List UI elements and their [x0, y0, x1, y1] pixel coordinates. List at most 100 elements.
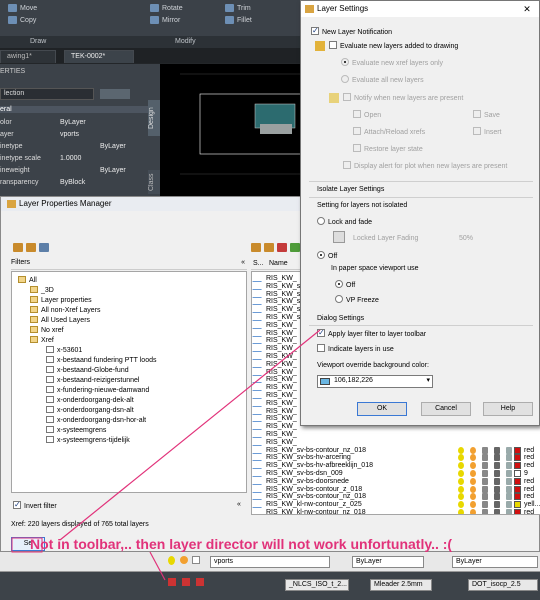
design-tab[interactable]: Design — [148, 100, 160, 136]
open-check[interactable] — [353, 110, 361, 118]
new-vp-frozen-layer-icon[interactable] — [264, 243, 274, 252]
display-alert-checkbox[interactable]: Display alert for plot when new layers a… — [343, 161, 507, 171]
insert-check[interactable] — [473, 127, 481, 135]
plot-icon[interactable] — [494, 509, 500, 514]
new-layer-notification-checkbox[interactable]: New Layer Notification — [311, 26, 392, 37]
dim-style-combo[interactable]: DOT_isocp_2.5 — [468, 579, 538, 591]
linetype-combo[interactable]: ByLayer — [452, 556, 538, 568]
chevron-down-icon[interactable]: ▾ — [426, 376, 430, 384]
filter-tree-item[interactable]: All — [18, 276, 37, 285]
ribbon-button-trim[interactable]: Trim — [225, 4, 251, 14]
col-name[interactable]: Name — [269, 260, 288, 267]
table-style-icon[interactable] — [196, 578, 204, 586]
on-bulb-icon[interactable] — [458, 509, 464, 514]
filter-tree-item[interactable]: No xref — [30, 326, 64, 335]
drawing-canvas[interactable] — [160, 64, 310, 196]
text-style-icon[interactable] — [168, 578, 176, 586]
indicate-in-use-checkbox[interactable]: Indicate layers in use — [317, 344, 394, 354]
apply-filter-checkbox[interactable]: Apply layer filter to layer toolbar — [317, 328, 426, 339]
freeze-sun-icon[interactable] — [470, 509, 476, 514]
dim-style-icon[interactable] — [182, 578, 190, 586]
indicate-in-use-check[interactable] — [317, 344, 325, 352]
lock-fade-radio[interactable]: Lock and fade — [317, 217, 372, 227]
evaluate-xref-only-radio[interactable]: Evaluate new xref layers only — [341, 58, 443, 68]
filter-tree-item[interactable]: x-onderdoorgang-dsn-alt — [46, 406, 134, 415]
text-style-combo[interactable]: _NLCS_ISO_t_2... — [285, 579, 349, 591]
notify-check[interactable] — [343, 93, 351, 101]
lock-fade-radio-dot[interactable] — [317, 217, 325, 225]
off2-radio-dot[interactable] — [335, 280, 343, 288]
vp-freeze-radio-dot[interactable] — [335, 295, 343, 303]
set-current-icon[interactable] — [290, 243, 300, 252]
color-combo[interactable]: ByLayer — [352, 556, 424, 568]
save-check[interactable] — [473, 110, 481, 118]
sun-icon[interactable] — [180, 556, 188, 564]
filter-tree-item[interactable]: x-bestaand-Globe-fund — [46, 366, 129, 375]
ribbon-button-fillet[interactable]: Fillet — [225, 16, 252, 26]
ribbon-button-mirror[interactable]: Mirror — [150, 16, 180, 26]
panel-modify-label[interactable]: Modify — [175, 38, 196, 45]
prop-row-lineweight[interactable]: ineweight ByLayer — [0, 167, 148, 179]
new-layer-icon[interactable] — [251, 243, 261, 252]
help-button[interactable]: Help — [483, 402, 533, 416]
doc-tab-drawing1[interactable]: awing1* — [0, 50, 56, 63]
panel-draw-label[interactable]: Draw — [30, 38, 46, 45]
filter-tree-item[interactable]: Xref — [30, 336, 54, 345]
layer-states-icon[interactable] — [39, 243, 49, 252]
selection-dropdown[interactable]: lection — [0, 88, 94, 100]
collapse-filters-icon[interactable]: « — [241, 259, 245, 266]
mleader-style-combo[interactable]: Mleader 2.5mm — [370, 579, 432, 591]
insert-checkbox[interactable]: Insert — [473, 127, 502, 137]
layer-combo[interactable]: vports — [210, 556, 330, 568]
prop-row-color[interactable]: olor ByLayer — [0, 119, 148, 131]
open-checkbox[interactable]: Open — [353, 110, 381, 120]
color-box-icon[interactable] — [192, 556, 200, 564]
prop-row-linetype[interactable]: inetype ByLayer — [0, 143, 148, 155]
filter-tree-item[interactable]: _3D — [30, 286, 54, 295]
filter-tree-item[interactable]: x-bestaand fundering PTT loods — [46, 356, 157, 365]
filter-tree-item[interactable]: x-systeemgrens — [46, 426, 106, 435]
evaluate-new-layers-check[interactable] — [329, 41, 337, 49]
class-tab[interactable]: Class — [148, 170, 160, 194]
restore-state-checkbox[interactable]: Restore layer state — [353, 144, 423, 154]
collapse-tree-icon[interactable]: « — [237, 501, 241, 508]
filter-tree-item[interactable]: x-53601 — [46, 346, 82, 355]
attach-reload-checkbox[interactable]: Attach/Reload xrefs — [353, 127, 425, 137]
off2-radio[interactable]: Off — [335, 280, 355, 290]
prop-row-transparency[interactable]: ransparency ByBlock — [0, 179, 148, 191]
ribbon-button-rotate[interactable]: Rotate — [150, 4, 183, 14]
delete-layer-icon[interactable] — [277, 243, 287, 252]
invert-filter-checkbox[interactable]: Invert filter — [13, 500, 57, 510]
cancel-button[interactable]: Cancel — [421, 402, 471, 416]
restore-state-check[interactable] — [353, 144, 361, 152]
ribbon-button-copy[interactable]: Copy — [8, 16, 36, 26]
evaluate-all-radio-dot[interactable] — [341, 75, 349, 83]
new-group-filter-icon[interactable] — [26, 243, 36, 252]
invert-filter-check[interactable] — [13, 500, 21, 509]
filter-tree-item[interactable]: Layer properties — [30, 296, 92, 305]
new-layer-notification-check[interactable] — [311, 26, 319, 36]
notify-checkbox[interactable]: Notify when new layers are present — [343, 93, 463, 103]
layer-color-swatch[interactable] — [514, 509, 521, 514]
apply-filter-check[interactable] — [317, 328, 325, 338]
filter-tree-item[interactable]: x-fundering-nieuwe-damwand — [46, 386, 149, 395]
evaluate-new-layers-checkbox[interactable]: Evaluate new layers added to drawing — [329, 41, 458, 51]
viewport-color-dropdown[interactable]: 106,182,226 ▾ — [317, 375, 433, 388]
close-icon[interactable]: ✕ — [519, 3, 535, 15]
filter-tree-item[interactable]: x-onderdoorgang-dsn-hor-alt — [46, 416, 146, 425]
col-status[interactable]: S... — [253, 260, 264, 267]
save-checkbox[interactable]: Save — [473, 110, 500, 120]
prop-row-layer[interactable]: ayer vports — [0, 131, 148, 143]
filter-tree-item[interactable]: All non-Xref Layers — [30, 306, 101, 315]
lock-icon[interactable] — [482, 509, 488, 514]
vp-freeze-icon[interactable] — [506, 509, 512, 514]
off-radio-dot[interactable] — [317, 251, 325, 259]
filter-tree-item[interactable]: x-systeemgrens-tijdelijk — [46, 436, 130, 445]
filter-tree-item[interactable]: x-bestaand-reizigerstunnel — [46, 376, 140, 385]
doc-tab-tek0002[interactable]: TEK-0002* — [64, 50, 134, 63]
filter-tree-item[interactable]: All Used Layers — [30, 316, 90, 325]
off-radio[interactable]: Off — [317, 251, 337, 261]
ribbon-button-move[interactable]: Move — [8, 4, 37, 14]
attach-reload-check[interactable] — [353, 127, 361, 135]
display-alert-check[interactable] — [343, 161, 351, 169]
